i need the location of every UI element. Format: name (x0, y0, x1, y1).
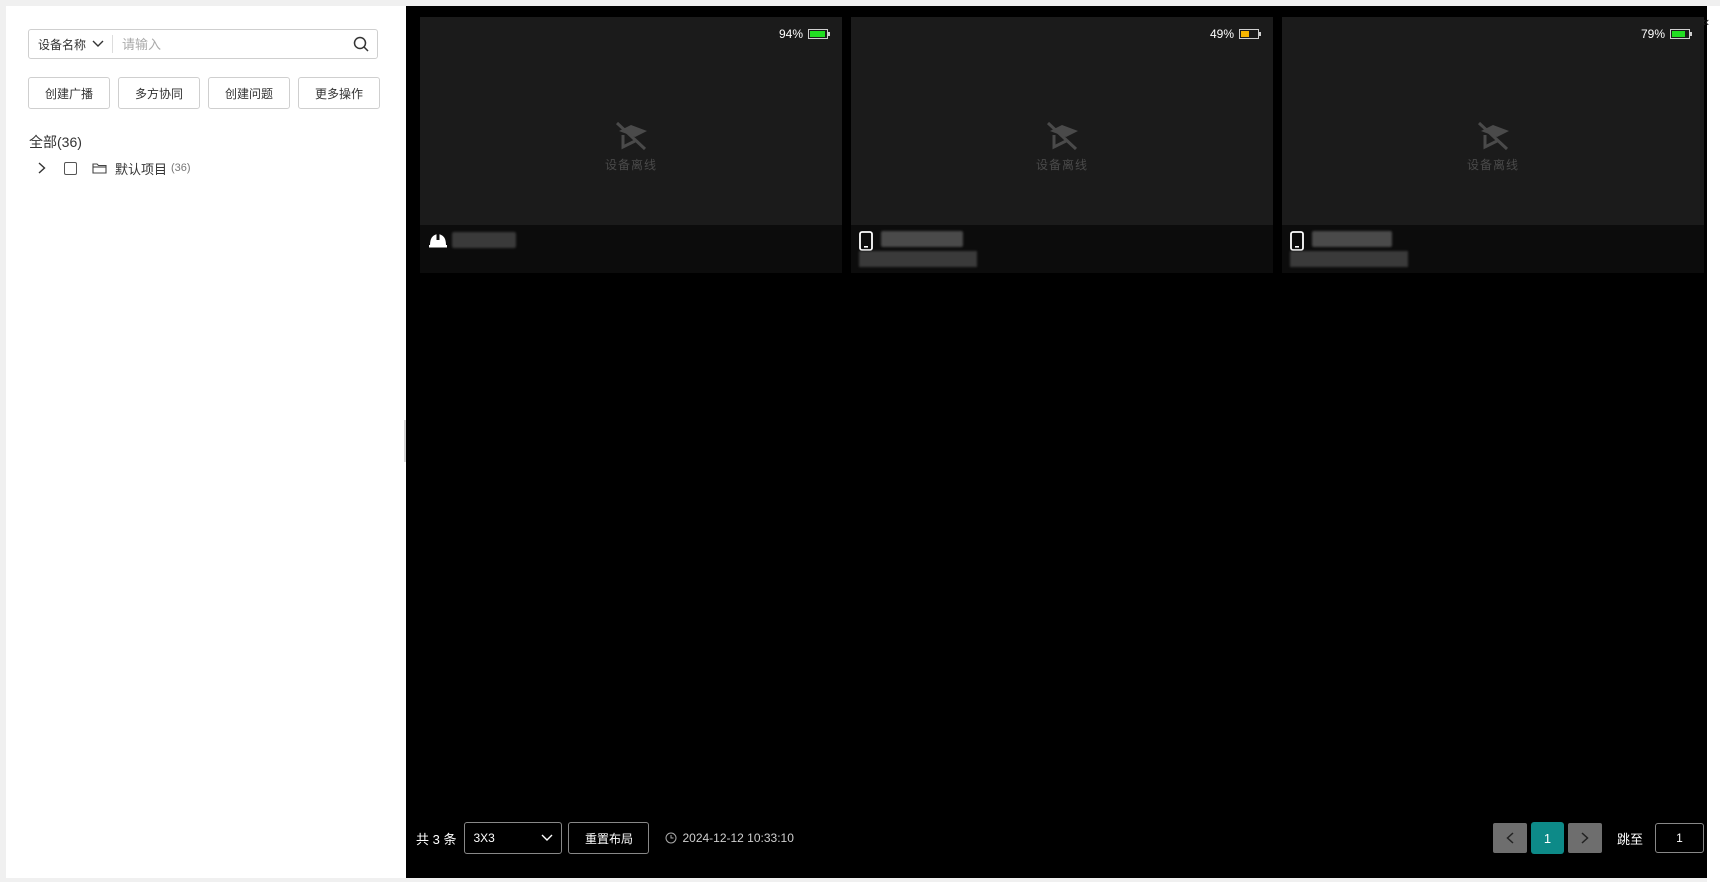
timestamp: 2024-12-12 10:33:10 (665, 831, 794, 845)
offline-indicator: 设备离线 (1282, 119, 1704, 173)
device-subtitle-redacted (859, 251, 977, 267)
chevron-right-icon[interactable] (38, 162, 50, 174)
search-input[interactable] (120, 30, 351, 58)
device-tile[interactable]: 49% 设备离线 (851, 17, 1273, 273)
tree-item-label: 默认项目 (115, 161, 168, 177)
device-name-redacted (452, 232, 516, 248)
device-name-redacted (881, 231, 963, 247)
battery-status: 94% (778, 27, 830, 41)
phone-icon (1290, 231, 1304, 251)
offline-text: 设备离线 (604, 158, 657, 172)
multi-party-collab-button[interactable]: 多方协同 (118, 77, 200, 109)
battery-status: 79% (1640, 27, 1692, 41)
create-issue-button[interactable]: 创建问题 (208, 77, 290, 109)
search-field-label: 设备名称 (38, 37, 87, 52)
pagination: 1 跳至 (1493, 822, 1705, 854)
battery-fill (1241, 31, 1249, 37)
battery-icon (1670, 29, 1692, 39)
total-count: 共 3 条 (416, 831, 457, 847)
tile-footer (420, 225, 842, 273)
tree-item-checkbox[interactable] (64, 161, 77, 175)
timestamp-text: 2024-12-12 10:33:10 (682, 831, 794, 845)
helmet-icon (429, 233, 447, 248)
sidebar: 设备名称 创建广播 多方协同 创建问题 更多操作 全部(36) 默认项目 (36… (6, 6, 406, 878)
double-chevron-left-icon[interactable]: « (1702, 14, 1709, 29)
search-field-select[interactable]: 设备名称 (29, 35, 114, 53)
reset-layout-button[interactable]: 重置布局 (568, 822, 650, 854)
prev-page-button[interactable] (1493, 823, 1527, 853)
tree-item-count: (36) (171, 162, 191, 174)
battery-percent: 49% (1209, 27, 1234, 41)
jump-to-label: 跳至 (1617, 831, 1644, 847)
device-tile[interactable]: 94% 设备离线 (420, 17, 842, 273)
offline-indicator: 设备离线 (851, 119, 1273, 173)
battery-percent: 94% (778, 27, 803, 41)
offline-icon (1046, 121, 1078, 151)
search-icon[interactable] (351, 34, 371, 54)
chevron-left-icon (1506, 832, 1514, 844)
chevron-down-icon (541, 834, 553, 841)
layout-select-value: 3X3 (473, 831, 495, 845)
battery-fill (810, 31, 826, 37)
battery-status: 49% (1209, 27, 1261, 41)
offline-indicator: 设备离线 (420, 119, 842, 173)
offline-text: 设备离线 (1035, 158, 1088, 172)
folder-icon (92, 162, 107, 174)
battery-fill (1672, 31, 1685, 37)
offline-icon (615, 121, 647, 151)
next-page-button[interactable] (1568, 823, 1602, 853)
tile-footer (1282, 225, 1704, 273)
action-buttons: 创建广播 多方协同 创建问题 更多操作 (28, 77, 380, 109)
offline-icon (1477, 121, 1509, 151)
jump-page-input[interactable] (1655, 823, 1705, 853)
tree-item-default-project[interactable]: 默认项目 (36) (38, 158, 191, 178)
offline-text: 设备离线 (1466, 158, 1519, 172)
bottom-toolbar: 共 3 条 3X3 重置布局 2024-12-12 10:33:10 (416, 821, 794, 855)
page-number-current[interactable]: 1 (1531, 822, 1564, 854)
device-subtitle-redacted (1290, 251, 1408, 267)
create-broadcast-button[interactable]: 创建广播 (28, 77, 110, 109)
all-devices-label[interactable]: 全部(36) (29, 132, 82, 152)
battery-icon (808, 29, 830, 39)
chevron-down-icon (92, 40, 104, 47)
search-bar: 设备名称 (28, 29, 378, 59)
right-edge-panel (1707, 6, 1720, 882)
battery-icon (1239, 29, 1261, 39)
clock-icon (665, 832, 677, 844)
device-name-redacted (1312, 231, 1392, 247)
device-tile[interactable]: 79% 设备离线 (1282, 17, 1704, 273)
phone-icon (859, 231, 873, 251)
tile-footer (851, 225, 1273, 273)
chevron-right-icon (1581, 832, 1589, 844)
more-actions-button[interactable]: 更多操作 (298, 77, 380, 109)
layout-select[interactable]: 3X3 (464, 822, 563, 854)
battery-percent: 79% (1640, 27, 1665, 41)
